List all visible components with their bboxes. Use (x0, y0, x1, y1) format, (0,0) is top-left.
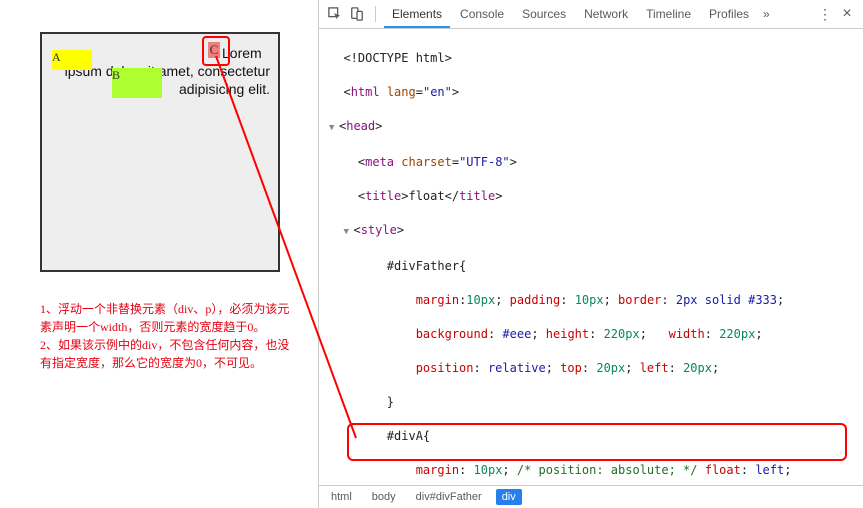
crumb-div[interactable]: div (496, 489, 522, 505)
tab-timeline[interactable]: Timeline (638, 0, 699, 28)
more-tabs-icon[interactable]: » (759, 7, 774, 21)
devtools-pane: Elements Console Sources Network Timelin… (318, 0, 863, 508)
tab-console[interactable]: Console (452, 0, 512, 28)
tab-profiles[interactable]: Profiles (701, 0, 757, 28)
tab-sources[interactable]: Sources (514, 0, 574, 28)
menu-icon[interactable]: ⋮ (815, 4, 835, 24)
div-father: Lorem ipsum dolor sit amet, consectetur … (40, 32, 280, 272)
elements-tree[interactable]: <!DOCTYPE html> <html lang="en"> <head> … (319, 29, 863, 485)
device-toggle-icon[interactable] (347, 4, 367, 24)
crumb-body[interactable]: body (366, 489, 402, 505)
crumb-html[interactable]: html (325, 489, 358, 505)
inspect-icon[interactable] (325, 4, 345, 24)
breadcrumb: html body div#divFather div (319, 485, 863, 508)
note-line-2: 2、如果该示例中的div，不包含任何内容，也没有指定宽度，那么它的宽度为0，不可… (40, 336, 300, 372)
disclosure-triangle-icon[interactable] (329, 118, 339, 137)
div-a: A (52, 50, 92, 70)
disclosure-triangle-icon[interactable] (343, 222, 353, 241)
tab-network[interactable]: Network (576, 0, 636, 28)
toolbar-separator (375, 6, 376, 22)
annotation-notes: 1、浮动一个非替换元素（div、p），必须为该元素声明一个width，否则元素的… (40, 300, 300, 372)
close-icon[interactable]: × (837, 4, 857, 24)
devtools-toolbar: Elements Console Sources Network Timelin… (319, 0, 863, 29)
tab-elements[interactable]: Elements (384, 0, 450, 28)
note-line-1: 1、浮动一个非替换元素（div、p），必须为该元素声明一个width，否则元素的… (40, 300, 300, 336)
preview-pane: Lorem ipsum dolor sit amet, consectetur … (0, 0, 318, 508)
div-c: C (208, 42, 220, 58)
div-b: B (112, 68, 162, 98)
crumb-div-father[interactable]: div#divFather (410, 489, 488, 505)
